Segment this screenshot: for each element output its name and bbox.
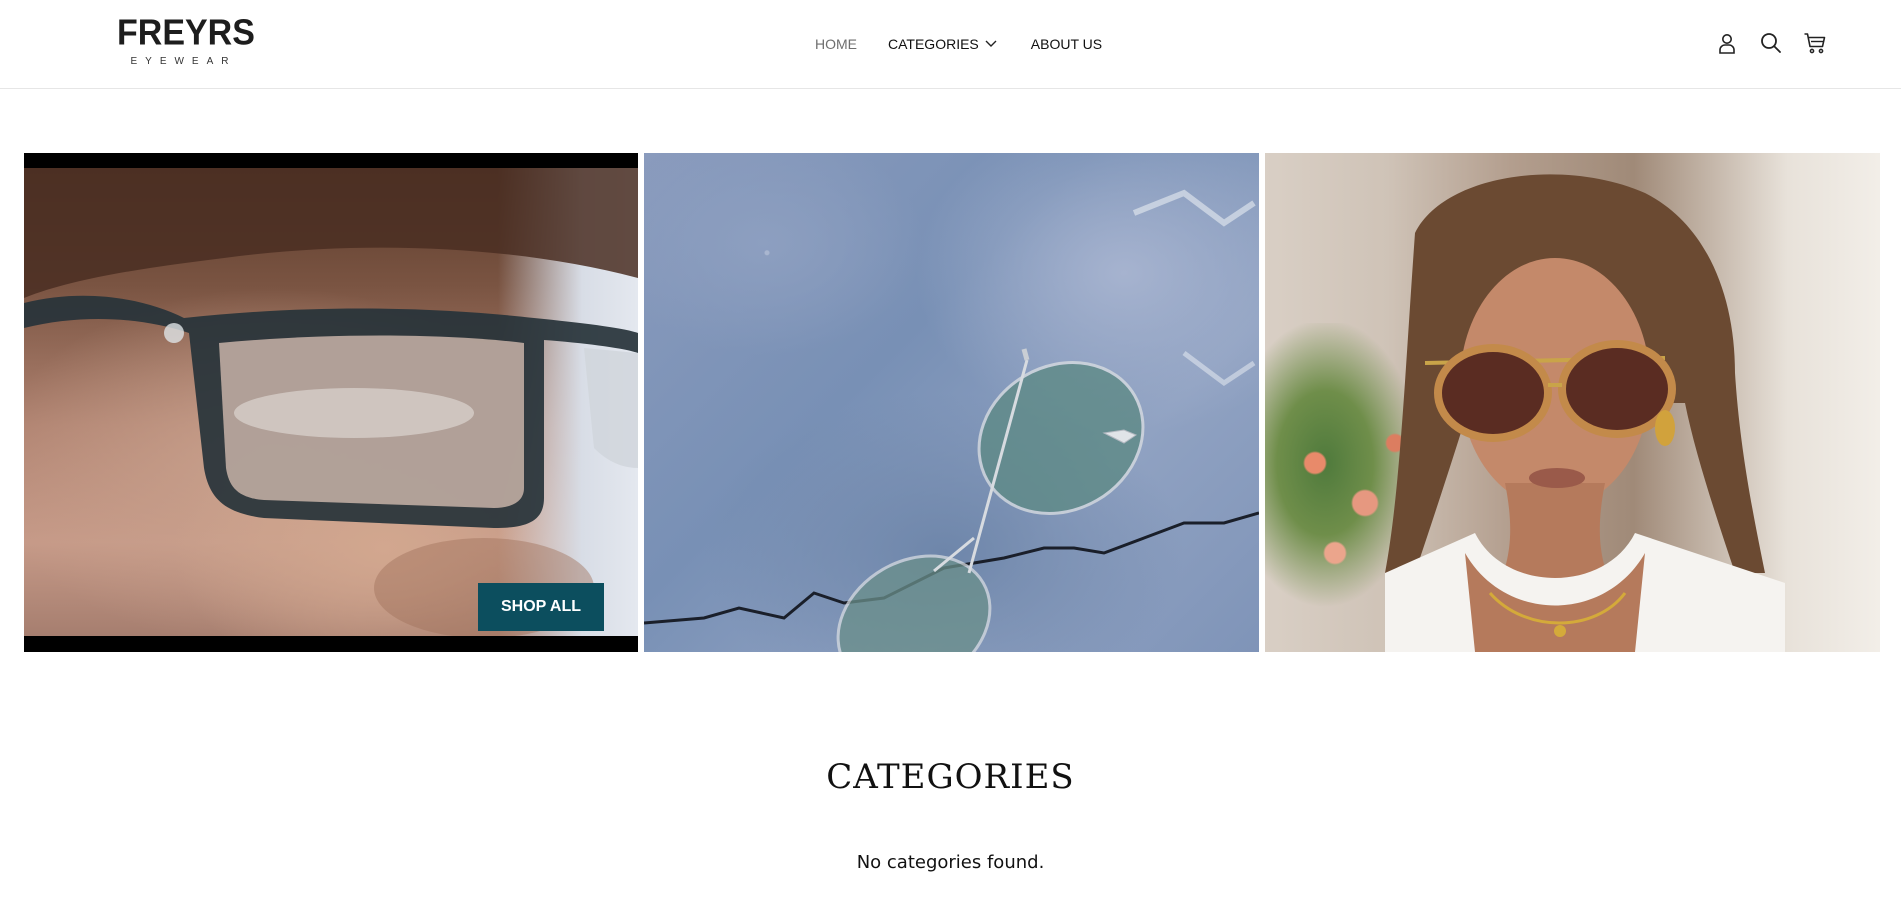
search-button[interactable] [1759,30,1783,56]
header-actions [1715,30,1827,56]
round-glasses-illustration [644,189,1259,652]
main-nav: HOME CATEGORIES ABOUT US [815,36,1102,52]
hero-tile-model[interactable] [1265,153,1880,652]
brand-logo[interactable]: FREYRS EYEWEAR [117,13,255,68]
hero-tile-concrete[interactable] [644,153,1259,652]
categories-heading: CATEGORIES [826,757,1075,797]
eyeglasses-illustration [24,168,638,636]
search-icon [1761,33,1781,53]
account-icon [1719,34,1735,54]
close-up-glasses-photo [24,168,638,636]
nav-categories-label: CATEGORIES [888,36,979,52]
cart-button[interactable] [1803,30,1827,56]
chevron-down-icon [985,40,997,47]
hero-tile-close-up[interactable] [24,153,638,652]
account-button[interactable] [1715,30,1739,56]
categories-empty-message: No categories found. [856,852,1045,873]
logo-tagline: EYEWEAR [130,56,237,67]
logo-wordmark: FREYRS [117,13,255,53]
nav-about-link[interactable]: ABOUT US [1031,36,1102,52]
cart-icon [1804,33,1826,54]
nav-categories-link[interactable]: CATEGORIES [888,36,998,52]
site-header: FREYRS EYEWEAR HOME CATEGORIES ABOUT US [0,0,1901,89]
model-illustration [1385,174,1785,652]
nav-home-link[interactable]: HOME [815,36,857,52]
shop-all-button[interactable]: SHOP ALL [478,583,604,631]
